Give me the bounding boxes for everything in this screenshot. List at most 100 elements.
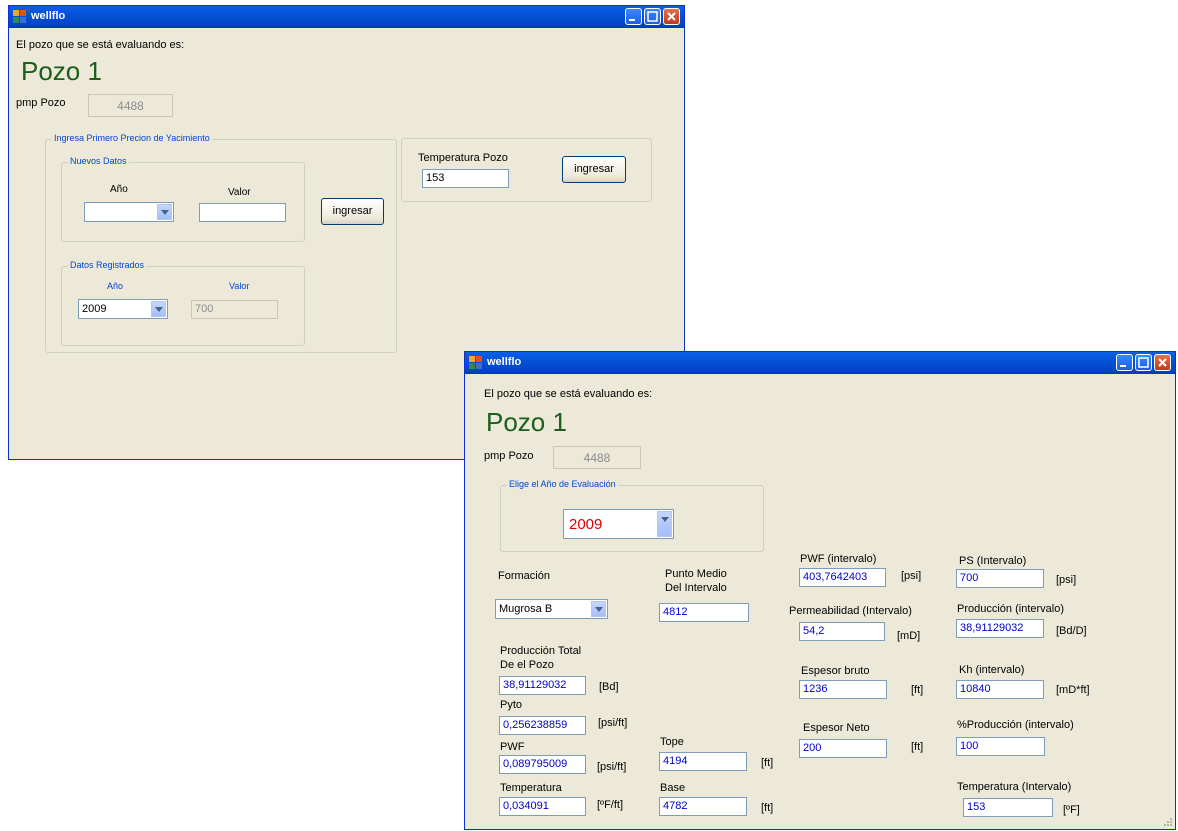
base-unit: [ft] [761,802,774,814]
pwf-intervalo-label: PWF (intervalo) [800,553,877,565]
valor-registrado-label: Valor [229,281,250,291]
pwf-unit: [psi/ft] [597,761,627,773]
close-icon [1158,358,1167,367]
valor-label: Valor [228,187,251,198]
temperatura-intervalo-field[interactable]: 153 [963,798,1053,817]
permeabilidad-field[interactable]: 54,2 [799,622,885,641]
produccion-total-label-1: Producción Total [500,645,582,657]
pwf-label: PWF [500,741,525,753]
group-datos-registrados-label: Datos Registrados [68,260,147,270]
close-button[interactable] [663,8,680,25]
pmp-field: 4488 [553,446,641,469]
temperatura-pozo-input[interactable]: 153 [422,169,509,188]
pyto-unit: [psi/ft] [598,717,628,729]
close-icon [667,12,676,21]
close-button[interactable] [1154,354,1171,371]
maximize-icon [1138,357,1149,368]
maximize-button[interactable] [644,8,661,25]
espesor-bruto-unit: [ft] [911,684,924,696]
base-field[interactable]: 4782 [659,797,747,816]
nuevo-anio-select[interactable] [84,202,174,222]
group-precion-yacimiento-label: Ingresa Primero Precion de Yacimiento [52,133,212,143]
well-name: Pozo 1 [486,407,567,437]
formacion-value: Mugrosa B [499,603,553,615]
temperatura-intervalo-label: Temperatura (Intervalo) [957,781,1072,793]
maximize-button[interactable] [1135,354,1152,371]
nuevo-valor-input[interactable] [199,203,286,222]
pwf-field[interactable]: 0,089795009 [499,755,586,774]
window-wellflo-2: wellflo El pozo que se está evaluando es… [464,351,1176,830]
espesor-neto-unit: [ft] [911,741,924,753]
pyto-label: Pyto [500,699,523,711]
evaluating-label: El pozo que se está evaluando es: [16,39,185,51]
ingresar-temperatura-button[interactable]: ingresar [562,156,626,183]
anio-evaluacion-select[interactable]: 2009 [563,509,674,539]
kh-intervalo-label: Kh (intervalo) [959,664,1025,676]
app-icon [469,356,482,369]
resize-grip-icon[interactable] [1163,817,1173,827]
base-label: Base [660,782,686,794]
dropdown-arrow-icon[interactable] [157,204,172,220]
group-anio-evaluacion-label: Elige el Año de Evaluación [507,479,618,489]
pmp-field: 4488 [88,94,173,117]
minimize-icon [629,19,635,21]
temperatura-field[interactable]: 0,034091 [499,797,586,816]
minimize-icon [1120,365,1126,367]
pyto-field[interactable]: 0,256238859 [499,716,586,735]
ingresar-presion-button[interactable]: ingresar [321,198,384,225]
ps-intervalo-label: PS (Intervalo) [959,555,1027,567]
titlebar[interactable]: wellflo [465,352,1175,374]
temperatura-unit: [ºF/ft] [597,799,624,811]
dropdown-arrow-icon[interactable] [657,511,672,537]
produccion-intervalo-unit: [Bd/D] [1056,625,1087,637]
evaluating-label: El pozo que se está evaluando es: [484,388,653,400]
produccion-total-unit: [Bd] [599,681,619,693]
anio-evaluacion-value: 2009 [569,516,603,533]
pmp-label: pmp Pozo [16,97,66,109]
porcentaje-produccion-label: %Producción (intervalo) [957,719,1074,731]
dropdown-arrow-icon[interactable] [151,301,166,317]
porcentaje-produccion-field[interactable]: 100 [956,737,1045,756]
tope-label: Tope [660,736,684,748]
app-icon [13,10,26,23]
espesor-bruto-label: Espesor bruto [801,665,870,677]
temperatura-label: Temperatura [500,782,562,794]
dropdown-arrow-icon[interactable] [591,601,606,617]
tope-unit: [ft] [761,757,774,769]
kh-intervalo-unit: [mD*ft] [1056,684,1090,696]
espesor-neto-label: Espesor Neto [803,722,870,734]
anio-registrado-label: Año [107,281,124,291]
punto-medio-label-1: Punto Medio [665,568,727,580]
registrado-anio-select[interactable]: 2009 [78,299,168,319]
produccion-total-label-2: De el Pozo [500,659,554,671]
pwf-intervalo-field[interactable]: 403,7642403 [799,568,886,587]
minimize-button[interactable] [625,8,642,25]
registrado-anio-value: 2009 [82,303,107,315]
temperatura-intervalo-unit: [ºF] [1063,804,1080,816]
ps-intervalo-field[interactable]: 700 [956,569,1044,588]
produccion-intervalo-field[interactable]: 38,91129032 [956,619,1044,638]
punto-medio-label-2: Del Intervalo [665,582,727,594]
minimize-button[interactable] [1116,354,1133,371]
window-title: wellflo [487,356,522,368]
pmp-label: pmp Pozo [484,450,534,462]
espesor-bruto-field[interactable]: 1236 [799,680,887,699]
permeabilidad-label: Permeabilidad (Intervalo) [789,605,912,617]
punto-medio-field[interactable]: 4812 [659,603,749,622]
ps-intervalo-unit: [psi] [1056,574,1077,586]
kh-intervalo-field[interactable]: 10840 [956,680,1044,699]
permeabilidad-unit: [mD] [897,630,921,642]
maximize-icon [647,11,658,22]
titlebar[interactable]: wellflo [9,6,684,28]
produccion-total-field[interactable]: 38,91129032 [499,676,586,695]
produccion-intervalo-label: Producción (intervalo) [957,603,1064,615]
anio-label: Año [110,184,128,195]
tope-field[interactable]: 4194 [659,752,747,771]
group-nuevos-datos-label: Nuevos Datos [68,156,129,166]
formacion-select[interactable]: Mugrosa B [495,599,608,619]
espesor-neto-field[interactable]: 200 [799,739,887,758]
pwf-intervalo-unit: [psi] [901,570,922,582]
formacion-label: Formación [498,570,550,582]
temperatura-pozo-label: Temperatura Pozo [418,152,508,164]
window-title: wellflo [31,10,66,22]
